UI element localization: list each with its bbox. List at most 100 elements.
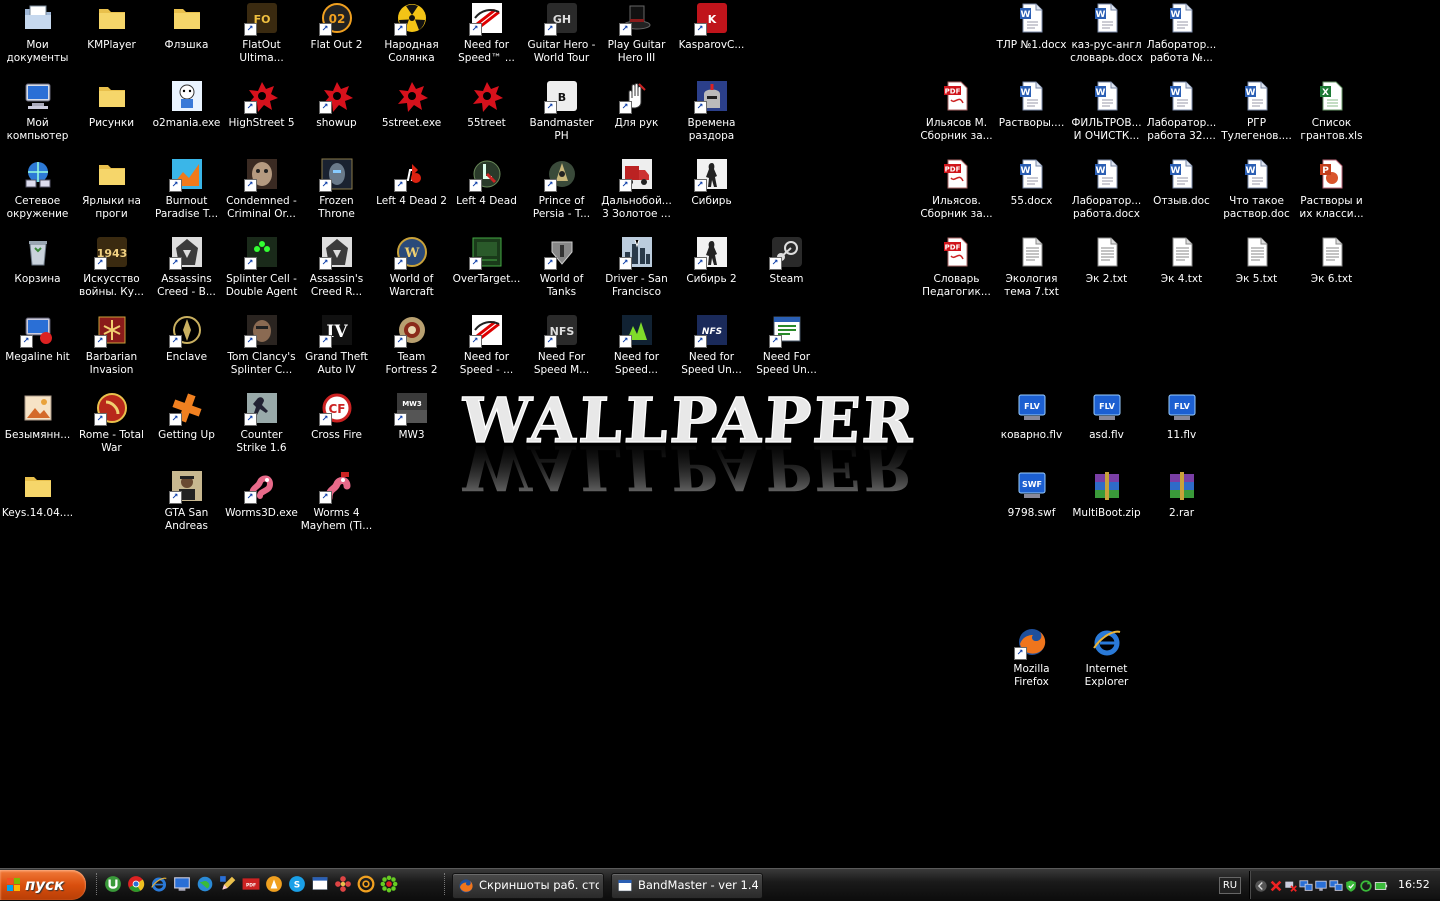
desktop-icon[interactable]: Internet Explorer (1069, 624, 1144, 700)
desktop-icon[interactable]: 1943 ↗ Искусство войны. Ку... (74, 234, 149, 310)
desktop-icon[interactable]: Keys.14.04.... (0, 468, 75, 544)
desktop-icon[interactable]: W Лаборатор... работа.docx (1069, 156, 1144, 232)
desktop-icon[interactable]: Флэшка (149, 0, 224, 76)
desktop-icon[interactable]: ↗ Team Fortress 2 (374, 312, 449, 388)
desktop-icon[interactable]: ↗ Need for Speed™ ... (449, 0, 524, 76)
language-indicator[interactable]: RU (1219, 877, 1241, 894)
globe-icon[interactable] (196, 875, 214, 893)
desktop-icon[interactable]: ↗ Megaline hit (0, 312, 75, 388)
desktop-icon[interactable]: ↗ Need For Speed Un... (749, 312, 824, 388)
desktop-icon[interactable]: ↗ Enclave (149, 312, 224, 388)
desktop-icon[interactable]: ↗ Assassin's Creed R... (299, 234, 374, 310)
clock[interactable]: 16:52 (1398, 878, 1430, 891)
desktop-icon[interactable]: ↗ Mozilla Firefox (994, 624, 1069, 700)
desktop-icon[interactable]: ↗ Assassins Creed - B... (149, 234, 224, 310)
refresh-icon[interactable] (1359, 879, 1373, 893)
desktop-icon[interactable]: W Отзыв.doc (1144, 156, 1219, 232)
desktop-icon[interactable]: P Растворы и их класси... (1294, 156, 1369, 232)
desktop-icon[interactable]: Wказ-рус-англ словарь.docx (1069, 0, 1144, 76)
chrome-icon[interactable] (127, 875, 145, 893)
desktop-icon[interactable]: NFS ↗ Need For Speed M... (524, 312, 599, 388)
desktop-icon[interactable]: ↗ Play Guitar Hero III (599, 0, 674, 76)
desktop-icon[interactable]: ↗ Barbarian Invasion (74, 312, 149, 388)
desktop-icon[interactable]: ↗ Rome - Total War (74, 390, 149, 466)
taskbar-button[interactable]: BandMaster - ver 1.4.... (611, 873, 763, 899)
arrow-left-icon[interactable] (1254, 879, 1268, 893)
desktop-icon[interactable]: ↗ Burnout Paradise T... (149, 156, 224, 232)
desktop-icon[interactable]: W Что такое раствор.doc (1219, 156, 1294, 232)
desktop-icon[interactable]: W ТЛР №1.docx (994, 0, 1069, 76)
desktop-icon[interactable]: o2mania.exe (149, 78, 224, 154)
mail-icon[interactable] (357, 875, 375, 893)
desktop-icon[interactable]: Мои документы (0, 0, 75, 76)
desktop-icon[interactable]: 2.rar (1144, 468, 1219, 544)
desktop-icon[interactable]: FLV коварно.flv (994, 390, 1069, 466)
desktop-icon[interactable]: MW3 ↗ MW3 (374, 390, 449, 466)
desktop-icon[interactable]: Корзина (0, 234, 75, 310)
green-shield-icon[interactable] (1344, 879, 1358, 893)
desktop-icon[interactable]: ↗ HighStreet 5 (224, 78, 299, 154)
desktop-icon[interactable]: ↗ Prince of Persia - T... (524, 156, 599, 232)
desktop-icon[interactable]: CF ↗ Cross Fire (299, 390, 374, 466)
red-x-icon[interactable] (1269, 879, 1283, 893)
desktop-icon[interactable]: Эк 6.txt (1294, 234, 1369, 310)
desktop-icon[interactable]: ↗ Frozen Throne (299, 156, 374, 232)
desktop-icon[interactable]: W 55.docx (994, 156, 1069, 232)
desktop-icon[interactable]: W РГР Тулегенов.... (1219, 78, 1294, 154)
desktop-icon[interactable]: W ↗ World of Warcraft (374, 234, 449, 310)
desktop-icon[interactable]: ↗ Дальнобой... 3 Золотое ... (599, 156, 674, 232)
desktop-icon[interactable]: Эк 5.txt (1219, 234, 1294, 310)
desktop-icon[interactable]: PDF Ильясов М. Сборник за... (919, 78, 994, 154)
desktop-icon[interactable]: ↗ Left 4 Dead 2 (374, 156, 449, 232)
ie-icon[interactable] (150, 875, 168, 893)
start-button[interactable]: пуск (0, 870, 86, 900)
desktop-icon[interactable]: Рисунки (74, 78, 149, 154)
desktop-icon[interactable]: ↗ Left 4 Dead (449, 156, 524, 232)
desktop-icon[interactable]: ↗ Need for Speed... (599, 312, 674, 388)
desktop-icon[interactable]: W Лаборатор... работа №... (1144, 0, 1219, 76)
aimp-icon[interactable] (265, 875, 283, 893)
desktop-icon[interactable]: Эк 4.txt (1144, 234, 1219, 310)
desktop-icon[interactable]: ↗ Steam (749, 234, 824, 310)
desktop-icon[interactable]: ↗ Condemned - Criminal Or... (224, 156, 299, 232)
desktop-icon[interactable]: PDF Ильясов. Сборник за... (919, 156, 994, 232)
icq-icon[interactable] (380, 875, 398, 893)
desktop-icon[interactable]: Эк 2.txt (1069, 234, 1144, 310)
pencil-icon[interactable] (219, 875, 237, 893)
network-x-icon[interactable] (1284, 879, 1298, 893)
desktop-icon[interactable]: ↗ Worms 4 Mayhem (Ti... (299, 468, 374, 544)
desktop-icon[interactable]: Мой компьютер (0, 78, 75, 154)
desktop-icon[interactable]: FLV 11.flv (1144, 390, 1219, 466)
desktop-icon[interactable]: 02 ↗ Flat Out 2 (299, 0, 374, 76)
desktop-icon[interactable]: ↗ GTA San Andreas (149, 468, 224, 544)
monitor-icon[interactable] (1314, 879, 1328, 893)
desktop-icon[interactable]: ↗ Counter Strike 1.6 (224, 390, 299, 466)
network-icon[interactable] (1299, 879, 1313, 893)
desktop-icon[interactable] (173, 875, 191, 893)
desktop-icon[interactable]: ↗ Splinter Cell - Double Agent (224, 234, 299, 310)
desktop-icon[interactable]: B ↗ Bandmaster PH (524, 78, 599, 154)
desktop-icon[interactable]: ↗ Сибирь 2 (674, 234, 749, 310)
desktop-icon[interactable]: ↗ Сибирь (674, 156, 749, 232)
skype-icon[interactable]: S (288, 875, 306, 893)
desktop-icon[interactable]: MultiBoot.zip (1069, 468, 1144, 544)
desktop-icon[interactable]: Безымянн... (0, 390, 75, 466)
desktop-icon[interactable]: Сетевое окружение (0, 156, 75, 232)
pc-icon[interactable] (1329, 879, 1343, 893)
utorrent-icon[interactable] (104, 875, 122, 893)
desktop-icon[interactable]: PDF Словарь Педагогик... (919, 234, 994, 310)
desktop-icon[interactable]: W Растворы.... (994, 78, 1069, 154)
desktop-icon[interactable]: ↗ OverTarget... (449, 234, 524, 310)
desktop-icon[interactable]: FLV asd.flv (1069, 390, 1144, 466)
desktop-icon[interactable]: X Список грантов.xls (1294, 78, 1369, 154)
desktop-icon[interactable]: IV ↗ Grand Theft Auto IV (299, 312, 374, 388)
window-icon[interactable] (311, 875, 329, 893)
desktop-icon[interactable]: ↗ Народная Солянка 20... (374, 0, 449, 76)
battery-icon[interactable] (1374, 879, 1388, 893)
desktop-icon[interactable]: ↗ Driver - San Francisco (599, 234, 674, 310)
desktop-icon[interactable]: ↗ Worms3D.exe (224, 468, 299, 544)
desktop-icon[interactable]: KMPlayer (74, 0, 149, 76)
desktop-icon[interactable]: W ФИЛЬТРОВ... И ОЧИСТК... (1069, 78, 1144, 154)
desktop-icon[interactable]: ↗ Getting Up (149, 390, 224, 466)
desktop-icon[interactable]: W Лаборатор... работа 32.... (1144, 78, 1219, 154)
